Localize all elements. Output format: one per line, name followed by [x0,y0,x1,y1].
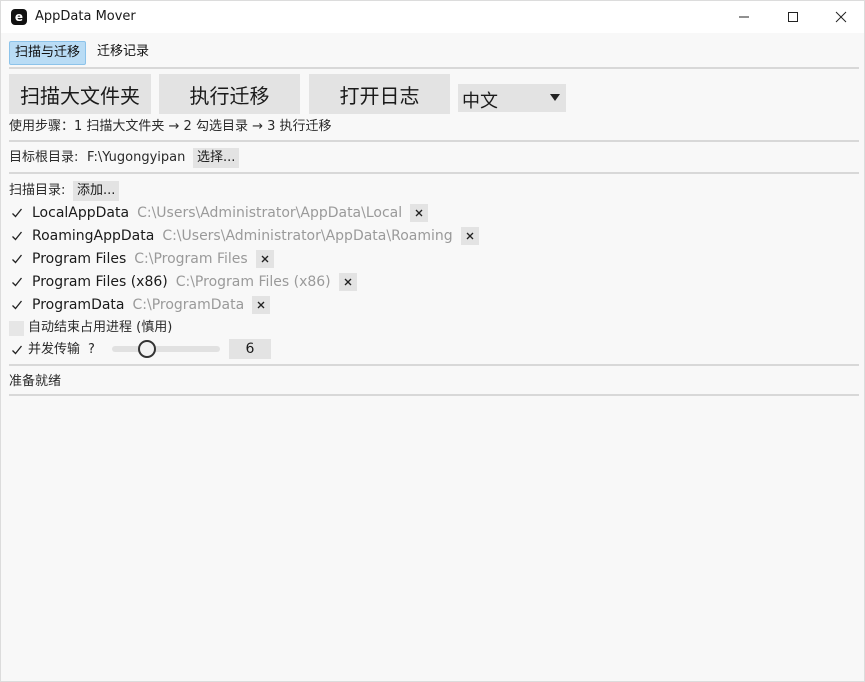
scan-dir-item-roamingappdata: RoamingAppData C:\Users\Administrator\Ap… [9,226,479,246]
divider [9,364,859,366]
check-icon [11,345,22,355]
tab-migration-history[interactable]: 迁移记录 [92,41,154,65]
scan-dir-checkbox[interactable] [9,298,24,313]
target-root-path: F:\Yugongyipan [87,150,186,165]
usage-steps-text: 使用步骤：1 扫描大文件夹 → 2 勾选目录 → 3 执行迁移 [9,119,332,134]
scan-large-folders-button[interactable]: 扫描大文件夹 [9,74,151,114]
maximize-button[interactable] [770,1,816,33]
minimize-icon [739,16,749,18]
app-icon: e [11,9,27,25]
close-icon [415,209,423,217]
divider [9,67,859,69]
concurrency-value[interactable]: 6 [229,339,271,359]
language-value: 中文 [462,91,498,112]
add-scan-dir-button[interactable]: 添加... [73,181,120,201]
check-icon [11,277,22,287]
check-icon [11,300,22,310]
scan-dir-item-program-files-x86: Program Files (x86) C:\Program Files (x8… [9,272,357,292]
scan-dir-name: LocalAppData [32,205,130,221]
divider [9,172,859,174]
scan-dir-item-programdata: ProgramData C:\ProgramData [9,295,271,315]
choose-target-button[interactable]: 选择... [193,148,240,168]
scan-dir-checkbox[interactable] [9,252,24,267]
tab-scan-migrate[interactable]: 扫描与迁移 [9,41,87,65]
remove-scan-dir-button[interactable] [410,204,429,222]
scan-dir-path: C:\Program Files (x86) [175,274,331,290]
scan-dir-checkbox[interactable] [9,275,24,290]
chevron-down-icon [550,94,560,101]
remove-scan-dir-button[interactable] [460,227,479,245]
scan-dir-name: RoamingAppData [32,228,155,244]
check-icon [11,254,22,264]
language-select[interactable]: 中文 [458,84,566,112]
check-icon [11,231,22,241]
minimize-button[interactable] [721,1,767,33]
remove-scan-dir-button[interactable] [252,296,271,314]
close-icon [466,232,474,240]
scan-dir-path: C:\Users\Administrator\AppData\Local [137,205,403,221]
scan-dir-item-program-files: Program Files C:\Program Files [9,249,274,269]
open-log-button[interactable]: 打开日志 [309,74,450,114]
scan-dir-path: C:\ProgramData [132,297,245,313]
check-icon [11,208,22,218]
auto-kill-label: 自动结束占用进程 (慎用) [28,320,173,335]
scan-dir-name: Program Files (x86) [32,274,168,290]
close-icon [261,255,269,263]
concurrent-option: 并发传输 ? [9,340,95,360]
scan-dir-item-localappdata: LocalAppData C:\Users\Administrator\AppD… [9,203,429,223]
scan-dir-checkbox[interactable] [9,229,24,244]
divider [9,140,859,142]
scan-dir-checkbox[interactable] [9,206,24,221]
concurrent-label: 并发传输 [28,342,81,357]
scan-dir-name: ProgramData [32,297,125,313]
close-icon [835,11,847,23]
close-icon [344,278,352,286]
concurrent-checkbox[interactable] [9,343,24,358]
execute-migration-button[interactable]: 执行迁移 [159,74,300,114]
close-button[interactable] [818,1,864,33]
scan-dir-path: C:\Program Files [134,251,248,267]
scan-dirs-label: 扫描目录: [9,183,66,198]
auto-kill-checkbox[interactable] [9,320,24,336]
status-text: 准备就绪 [9,374,62,389]
window-title: AppData Mover [35,9,136,24]
remove-scan-dir-button[interactable] [338,273,357,291]
scan-dir-name: Program Files [32,251,127,267]
target-root-label: 目标根目录: [9,150,79,165]
maximize-icon [788,12,798,22]
tab-bar: 扫描与迁移 迁移记录 [9,41,154,65]
divider [9,394,859,396]
remove-scan-dir-button[interactable] [255,250,274,268]
scan-dir-path: C:\Users\Administrator\AppData\Roaming [162,228,453,244]
auto-kill-option: 自动结束占用进程 (慎用) [9,318,172,338]
concurrency-slider[interactable] [112,346,220,352]
concurrency-slider-handle[interactable] [138,340,156,358]
app-window: e AppData Mover 扫描与迁移 迁移记录 扫描大文件夹 执行迁移 打… [0,0,865,682]
close-icon [257,301,265,309]
title-bar[interactable]: e AppData Mover [1,1,864,33]
concurrent-help[interactable]: ? [88,341,95,359]
